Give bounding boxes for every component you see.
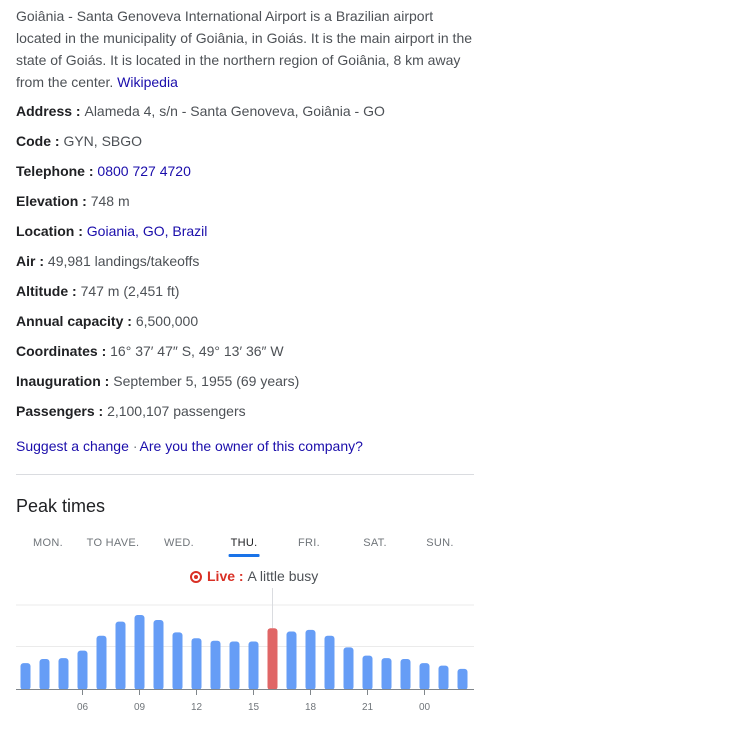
x-tick-label: 00 <box>419 702 431 713</box>
owner-claim-link[interactable]: Are you the owner of this company? <box>140 438 363 454</box>
fact-label: Elevation <box>16 193 79 209</box>
fact-value: September 5, 1955 (69 years) <box>113 373 300 389</box>
fact-label: Altitude <box>16 283 69 299</box>
fact-label: Coordinates <box>16 343 98 359</box>
live-colon: : <box>235 568 248 584</box>
fact-row: Passengers : 2,100,107 passengers <box>16 401 246 421</box>
day-tab[interactable]: WED. <box>164 537 194 549</box>
fact-row: Elevation : 748 m <box>16 191 130 211</box>
live-dot-icon <box>190 571 202 583</box>
fact-row: Address : Alameda 4, s/n - Santa Genovev… <box>16 101 385 121</box>
fact-label: Annual capacity <box>16 313 124 329</box>
feedback-links: Suggest a change · Are you the owner of th… <box>16 436 363 456</box>
fact-colon: : <box>78 193 91 209</box>
x-tick-label: 06 <box>77 702 89 713</box>
fact-colon: : <box>74 223 87 239</box>
fact-colon: : <box>94 403 108 419</box>
fact-value: 6,500,000 <box>135 313 199 329</box>
bar <box>229 641 240 690</box>
bar <box>172 632 183 690</box>
fact-value: 16° 37′ 47″ S, 49° 13′ 36″ W <box>110 343 284 359</box>
bar <box>191 638 202 690</box>
fact-colon: : <box>51 133 64 149</box>
day-tab[interactable]: TO HAVE. <box>87 537 140 549</box>
day-tab[interactable]: THU. <box>228 537 260 557</box>
fact-colon: : <box>123 313 136 329</box>
x-tick-label: 09 <box>134 702 146 713</box>
fact-value: GYN, SBGO <box>63 133 143 149</box>
fact-value[interactable]: 0800 727 4720 <box>97 163 190 179</box>
x-tick-label: 15 <box>248 702 260 713</box>
bar <box>77 650 88 690</box>
bar <box>39 658 50 690</box>
bar <box>457 668 468 690</box>
bar <box>115 621 126 690</box>
fact-label: Passengers <box>16 403 95 419</box>
bar <box>134 614 145 690</box>
x-tick-label: 12 <box>191 702 203 713</box>
fact-value: 49,981 landings/takeoffs <box>47 253 200 269</box>
knowledge-panel: Goiânia - Santa Genoveva International A… <box>16 0 474 713</box>
suggest-change-link[interactable]: Suggest a change <box>16 438 129 454</box>
bar <box>248 641 259 690</box>
fact-colon: : <box>100 373 114 389</box>
description-text: Goiânia - Santa Genoveva International A… <box>16 8 473 90</box>
fact-row: Altitude : 747 m (2,451 ft) <box>16 281 179 301</box>
bar <box>324 635 335 690</box>
fact-row: Annual capacity : 6,500,000 <box>16 311 198 331</box>
fact-colon: : <box>72 103 85 119</box>
live-label: Live <box>207 568 236 584</box>
bar <box>286 631 297 690</box>
fact-label: Location <box>16 223 75 239</box>
bar <box>343 647 354 690</box>
popular-times-chart: 0609121518210003 <box>16 588 474 713</box>
bar <box>58 658 69 690</box>
fact-row: Location : Goiania, GO, Brazil <box>16 221 207 241</box>
x-tick-label: 21 <box>362 702 374 713</box>
fact-row: Air : 49,981 landings/takeoffs <box>16 251 199 271</box>
live-bar <box>267 628 278 690</box>
live-status: A little busy <box>247 568 319 584</box>
day-tab[interactable]: SUN. <box>426 537 453 549</box>
fact-value: 2,100,107 passengers <box>107 403 246 419</box>
peak-times-title: Peak times <box>16 496 106 516</box>
day-tab[interactable]: MON. <box>33 537 63 549</box>
fact-row: Code : GYN, SBGO <box>16 131 142 151</box>
wikipedia-link[interactable]: Wikipedia <box>117 74 178 90</box>
divider <box>16 474 474 475</box>
fact-colon: : <box>35 253 48 269</box>
separator: · <box>132 438 138 454</box>
bar <box>362 655 373 690</box>
fact-label: Air <box>16 253 36 269</box>
fact-value: 747 m (2,451 ft) <box>80 283 180 299</box>
day-tab[interactable]: FRI. <box>298 537 320 549</box>
bar <box>381 658 392 690</box>
fact-value: 748 m <box>90 193 130 209</box>
bar <box>400 658 411 690</box>
airport-description: Goiânia - Santa Genoveva International A… <box>16 5 474 93</box>
bar <box>153 619 164 690</box>
fact-label: Address <box>16 103 73 119</box>
fact-colon: : <box>68 283 81 299</box>
bar <box>96 635 107 690</box>
bar <box>438 665 449 690</box>
fact-value[interactable]: Goiania, GO, Brazil <box>87 223 208 239</box>
fact-row: Coordinates : 16° 37′ 47″ S, 49° 13′ 36″… <box>16 341 284 361</box>
bar <box>305 629 316 690</box>
day-tabs: MON. TO HAVE. WED. THU. FRI. SAT. SUN. <box>16 537 474 557</box>
fact-colon: : <box>97 343 111 359</box>
fact-colon: : <box>84 163 98 179</box>
fact-value: Alameda 4, s/n - Santa Genoveva, Goiânia… <box>84 103 385 119</box>
fact-row: Telephone : 0800 727 4720 <box>16 161 191 181</box>
live-indicator: Live : A little busy <box>190 566 318 586</box>
bar <box>210 640 221 690</box>
fact-label: Inauguration <box>16 373 101 389</box>
bar <box>419 663 430 690</box>
fact-label: Code <box>16 133 51 149</box>
x-tick-label: 18 <box>305 702 317 713</box>
bar <box>20 663 31 690</box>
fact-row: Inauguration : September 5, 1955 (69 yea… <box>16 371 299 391</box>
day-tab[interactable]: SAT. <box>363 537 387 549</box>
fact-label: Telephone <box>16 163 85 179</box>
